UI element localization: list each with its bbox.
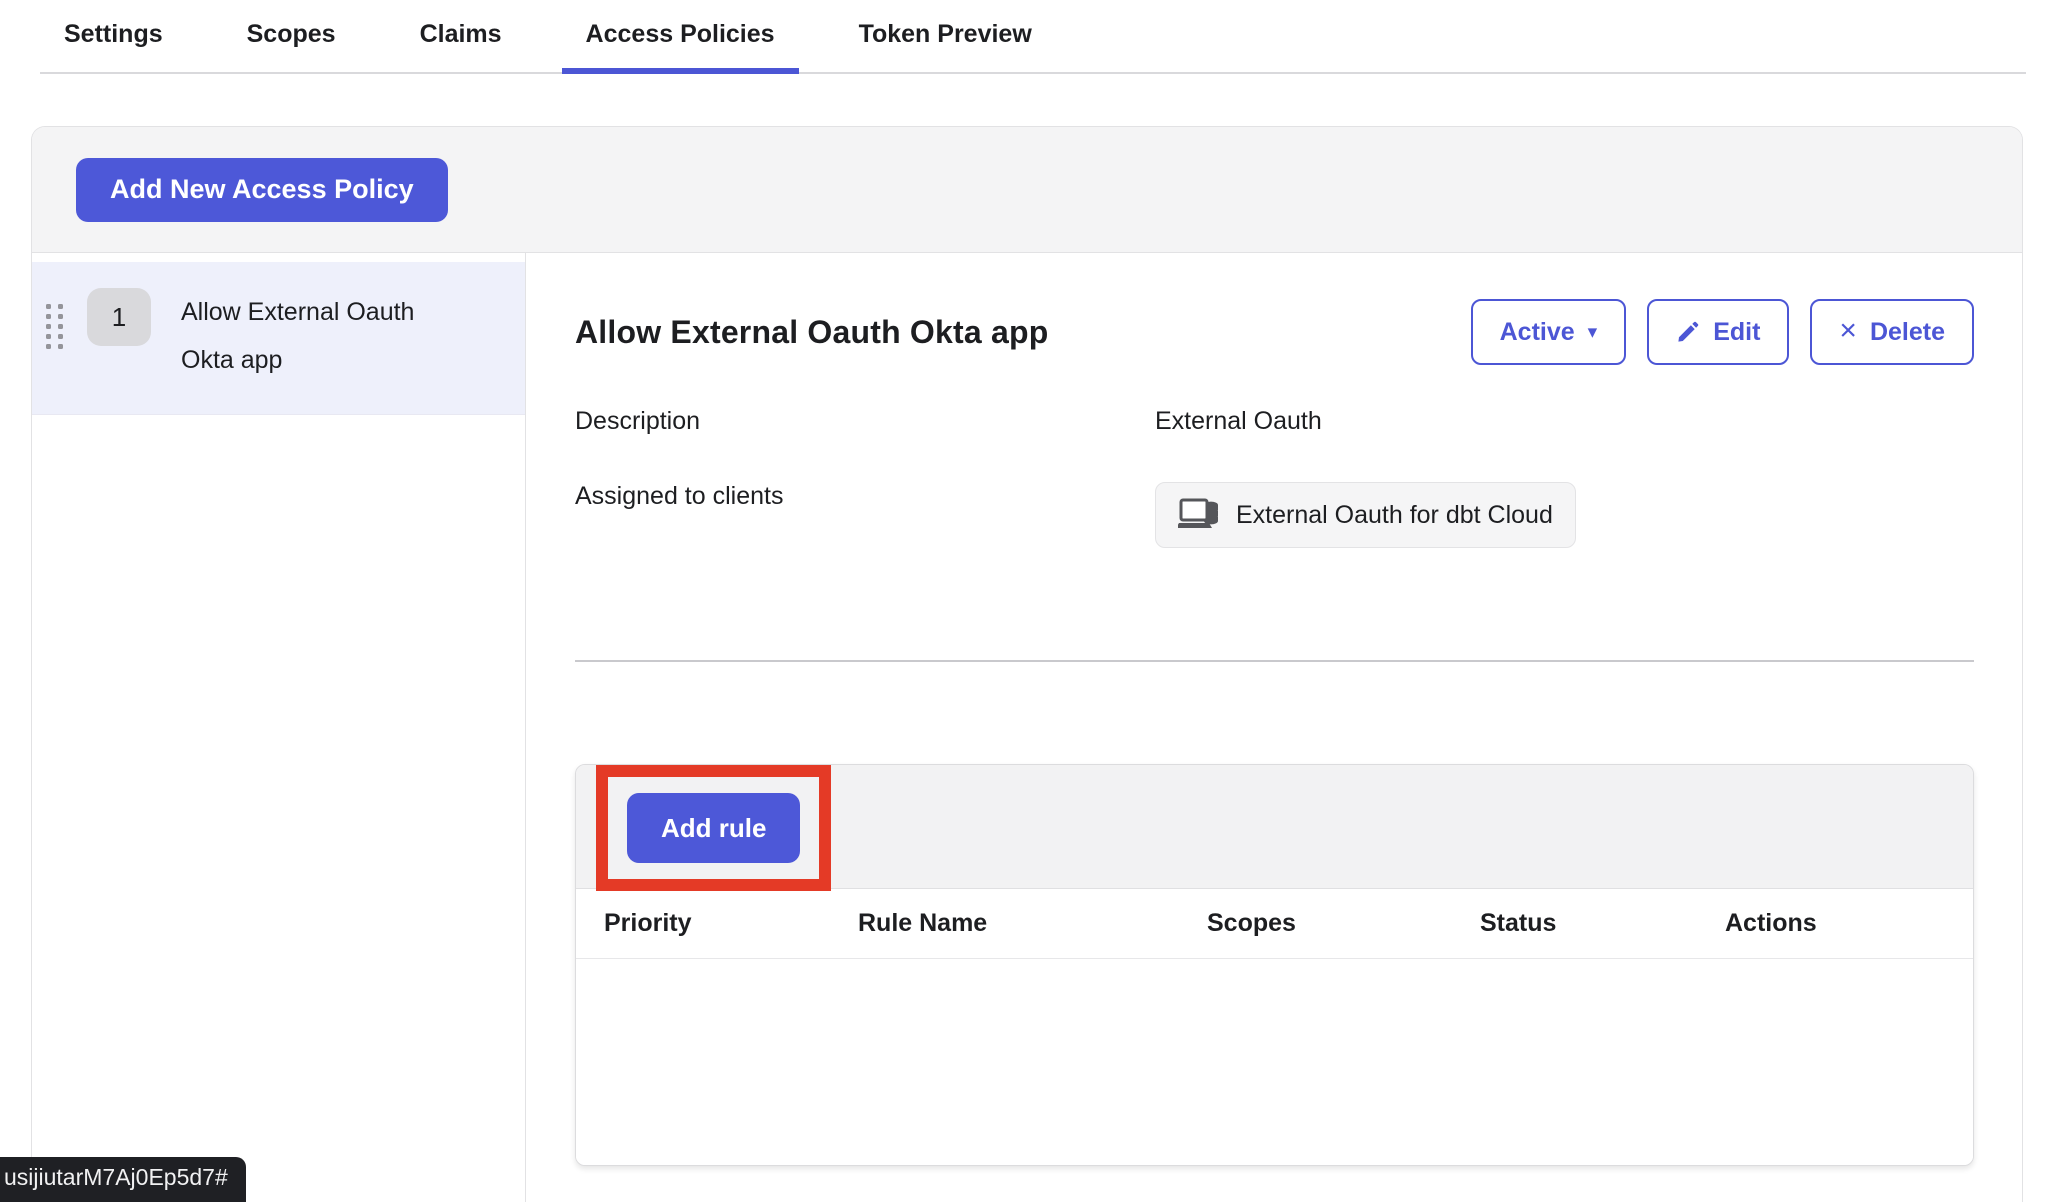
drag-handle-icon[interactable] [46, 304, 63, 349]
tab-bar: Settings Scopes Claims Access Policies T… [40, 0, 2026, 74]
add-rule-button[interactable]: Add rule [627, 793, 800, 863]
edit-policy-button[interactable]: Edit [1647, 299, 1789, 365]
policy-detail-header: Allow External Oauth Okta app Active ▾ E… [575, 299, 1974, 365]
access-policies-card: Add New Access Policy 1 Allow External O… [31, 126, 2023, 1202]
column-header-status: Status [1480, 909, 1725, 938]
tab-access-policies[interactable]: Access Policies [562, 0, 799, 72]
tab-token-preview[interactable]: Token Preview [835, 0, 1056, 72]
policies-card-body: 1 Allow External Oauth Okta app Allow Ex… [32, 253, 2022, 1202]
column-header-rule-name: Rule Name [858, 909, 1207, 938]
rules-table-body-empty [576, 959, 1973, 1165]
edit-button-label: Edit [1713, 318, 1760, 347]
policy-info-section: Description External Oauth Assigned to c… [575, 407, 1974, 548]
assigned-to-clients-label: Assigned to clients [575, 482, 1155, 511]
tab-claims[interactable]: Claims [396, 0, 526, 72]
pencil-icon [1676, 320, 1700, 344]
delete-policy-button[interactable]: × Delete [1810, 299, 1974, 365]
description-value: External Oauth [1155, 407, 1322, 436]
policy-priority-badge: 1 [87, 288, 151, 346]
status-dropdown-label: Active [1500, 318, 1575, 347]
policy-list: 1 Allow External Oauth Okta app [32, 253, 526, 1202]
policy-list-item-selected[interactable]: 1 Allow External Oauth Okta app [32, 262, 525, 415]
link-preview-tooltip: usijiutarM7Aj0Ep5d7# [0, 1157, 246, 1202]
policies-card-header: Add New Access Policy [32, 127, 2022, 253]
rules-table-header: Priority Rule Name Scopes Status Actions [576, 889, 1973, 959]
delete-button-label: Delete [1870, 318, 1945, 347]
policy-detail-panel: Allow External Oauth Okta app Active ▾ E… [526, 253, 2022, 1202]
client-app-icon [1178, 497, 1222, 533]
close-x-icon: × [1839, 316, 1857, 346]
assigned-clients-row: Assigned to clients [575, 482, 1974, 548]
assigned-client-chip[interactable]: External Oauth for dbt Cloud [1155, 482, 1576, 548]
tab-scopes[interactable]: Scopes [223, 0, 360, 72]
add-new-access-policy-button[interactable]: Add New Access Policy [76, 158, 448, 222]
tab-settings[interactable]: Settings [40, 0, 187, 72]
description-label: Description [575, 407, 1155, 436]
policy-title: Allow External Oauth Okta app [575, 314, 1048, 351]
rules-card: Add rule Priority Rule Name Scopes Statu… [575, 764, 1974, 1166]
status-dropdown-button[interactable]: Active ▾ [1471, 299, 1627, 365]
rules-card-header: Add rule [576, 765, 1973, 889]
policy-action-buttons: Active ▾ Edit × Delete [1471, 299, 1974, 365]
chevron-down-icon: ▾ [1588, 323, 1598, 342]
policy-list-item-label: Allow External Oauth Okta app [181, 288, 453, 384]
highlight-annotation-box: Add rule [596, 765, 831, 891]
description-row: Description External Oauth [575, 407, 1974, 436]
column-header-actions: Actions [1725, 909, 1973, 938]
section-divider [575, 660, 1974, 662]
column-header-scopes: Scopes [1207, 909, 1480, 938]
assigned-client-name: External Oauth for dbt Cloud [1236, 501, 1553, 530]
column-header-priority: Priority [604, 909, 858, 938]
